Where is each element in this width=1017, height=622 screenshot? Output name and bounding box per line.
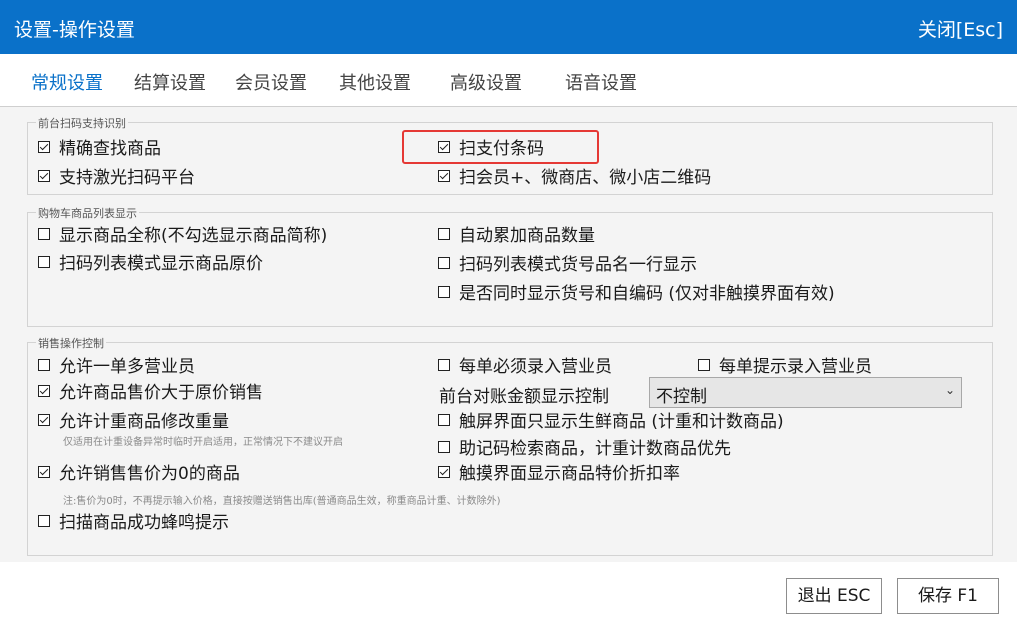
scan-group-legend: 前台扫码支持识别	[36, 115, 128, 131]
tab-member[interactable]: 会员设置	[235, 69, 307, 95]
tab-general[interactable]: 常规设置	[31, 69, 103, 95]
reconcile-label: 前台对账金额显示控制	[439, 387, 609, 407]
checkbox-icon	[38, 414, 50, 426]
checkbox-icon	[38, 256, 50, 268]
beep-checkbox[interactable]: 扫描商品成功蜂鸣提示	[38, 513, 229, 533]
mnemonic-search-label: 助记码检索商品，计重计数商品优先	[459, 439, 731, 459]
multi-clerk-label: 允许一单多营业员	[59, 357, 195, 377]
window-title: 设置-操作设置	[14, 19, 135, 41]
show-codes-label: 是否同时显示货号和自编码 (仅对非触摸界面有效)	[459, 284, 835, 304]
checkbox-icon	[438, 228, 450, 240]
checkbox-icon	[438, 466, 450, 478]
touch-discount-checkbox[interactable]: 触摸界面显示商品特价折扣率	[438, 464, 680, 484]
title-bar: 设置-操作设置 关闭[Esc]	[0, 0, 1017, 54]
checkbox-icon	[38, 385, 50, 397]
member-qr-label: 扫会员+、微商店、微小店二维码	[459, 168, 712, 188]
member-qr-checkbox[interactable]: 扫会员+、微商店、微小店二维码	[438, 168, 711, 188]
multi-clerk-checkbox[interactable]: 允许一单多营业员	[38, 357, 195, 377]
checkbox-icon	[38, 170, 50, 182]
touch-fresh-only-checkbox[interactable]: 触屏界面只显示生鲜商品 (计重和计数商品)	[438, 412, 784, 432]
laser-scan-label: 支持激光扫码平台	[59, 168, 195, 188]
checkbox-icon	[438, 257, 450, 269]
mnemonic-search-checkbox[interactable]: 助记码检索商品，计重计数商品优先	[438, 439, 731, 459]
highlight-box	[402, 130, 599, 164]
modify-weight-checkbox[interactable]: 允许计重商品修改重量	[38, 412, 229, 432]
checkbox-icon	[38, 515, 50, 527]
tab-other[interactable]: 其他设置	[339, 69, 411, 95]
checkbox-icon	[438, 359, 450, 371]
zero-price-checkbox[interactable]: 允许销售售价为0的商品	[38, 464, 240, 484]
beep-label: 扫描商品成功蜂鸣提示	[59, 513, 229, 533]
price-above-original-label: 允许商品售价大于原价销售	[59, 383, 263, 403]
close-button[interactable]: 关闭[Esc]	[918, 15, 1003, 42]
one-line-checkbox[interactable]: 扫码列表模式货号品名一行显示	[438, 255, 697, 275]
full-name-label: 显示商品全称(不勾选显示商品简称)	[59, 226, 328, 246]
checkbox-icon	[438, 414, 450, 426]
checkbox-icon	[38, 228, 50, 240]
auto-accumulate-label: 自动累加商品数量	[459, 226, 595, 246]
zero-price-note: 注:售价为0时，不再提示输入价格，直接按赠送销售出库(普通商品生效，称重商品计重…	[63, 496, 501, 507]
checkbox-icon	[438, 441, 450, 453]
must-enter-clerk-label: 每单必须录入营业员	[459, 357, 612, 377]
checkbox-icon	[698, 359, 710, 371]
show-codes-checkbox[interactable]: 是否同时显示货号和自编码 (仅对非触摸界面有效)	[438, 284, 835, 304]
original-price-label: 扫码列表模式显示商品原价	[59, 254, 263, 274]
cart-group-legend: 购物车商品列表显示	[36, 205, 139, 221]
one-line-label: 扫码列表模式货号品名一行显示	[459, 255, 697, 275]
full-name-checkbox[interactable]: 显示商品全称(不勾选显示商品简称)	[38, 226, 327, 246]
laser-scan-checkbox[interactable]: 支持激光扫码平台	[38, 168, 195, 188]
precise-search-label: 精确查找商品	[59, 139, 161, 159]
zero-price-label: 允许销售售价为0的商品	[59, 464, 240, 484]
checkbox-icon	[438, 286, 450, 298]
checkbox-icon	[438, 170, 450, 182]
save-button[interactable]: 保存 F1	[897, 578, 999, 614]
touch-fresh-only-label: 触屏界面只显示生鲜商品 (计重和计数商品)	[459, 412, 784, 432]
tab-bar: 常规设置 结算设置 会员设置 其他设置 高级设置 语音设置	[0, 54, 1017, 106]
auto-accumulate-checkbox[interactable]: 自动累加商品数量	[438, 226, 595, 246]
reconcile-select[interactable]: 不控制 ⌄	[649, 377, 962, 408]
prompt-clerk-label: 每单提示录入营业员	[719, 357, 872, 377]
exit-button[interactable]: 退出 ESC	[786, 578, 882, 614]
tab-advanced[interactable]: 高级设置	[450, 69, 522, 95]
reconcile-select-value: 不控制	[656, 387, 707, 407]
touch-discount-label: 触摸界面显示商品特价折扣率	[459, 464, 680, 484]
sales-group-legend: 销售操作控制	[36, 335, 106, 351]
checkbox-icon	[38, 359, 50, 371]
precise-search-checkbox[interactable]: 精确查找商品	[38, 139, 161, 159]
checkbox-icon	[38, 141, 50, 153]
tab-checkout[interactable]: 结算设置	[134, 69, 206, 95]
original-price-checkbox[interactable]: 扫码列表模式显示商品原价	[38, 254, 263, 274]
prompt-clerk-checkbox[interactable]: 每单提示录入营业员	[698, 357, 872, 377]
modify-weight-note: 仅适用在计重设备异常时临时开启适用，正常情况下不建议开启	[63, 437, 343, 448]
price-above-original-checkbox[interactable]: 允许商品售价大于原价销售	[38, 383, 263, 403]
checkbox-icon	[38, 466, 50, 478]
must-enter-clerk-checkbox[interactable]: 每单必须录入营业员	[438, 357, 612, 377]
tab-voice[interactable]: 语音设置	[565, 69, 637, 95]
chevron-down-icon: ⌄	[944, 383, 955, 397]
modify-weight-label: 允许计重商品修改重量	[59, 412, 229, 432]
